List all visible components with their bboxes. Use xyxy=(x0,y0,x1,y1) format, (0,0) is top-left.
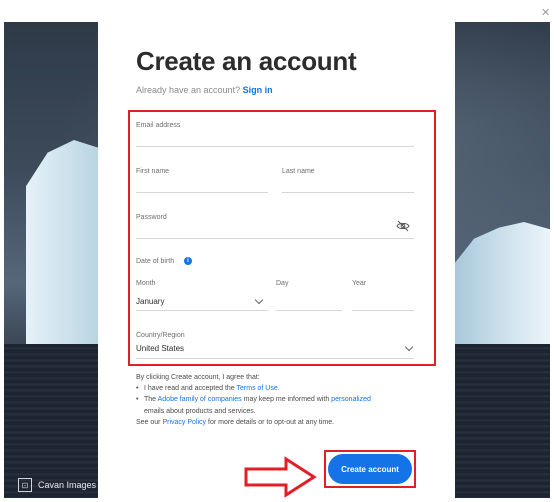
first-name-label: First name xyxy=(136,168,170,175)
country-select[interactable]: United States xyxy=(136,344,184,353)
first-name-underline xyxy=(136,192,268,193)
adobe-family-link[interactable]: Adobe family of companies xyxy=(158,396,242,403)
last-name-label: Last name xyxy=(282,168,315,175)
signin-prompt: Already have an account? Sign in xyxy=(136,85,273,95)
personalized-link[interactable]: personalized xyxy=(331,396,371,403)
legal-bullet-2-middle: may keep me informed with xyxy=(243,396,330,404)
legal-bullet-2-suffix: emails about products and services. xyxy=(144,407,256,415)
dob-label: Date of birth xyxy=(136,258,175,265)
legal-footer-prefix: See our xyxy=(136,418,161,426)
month-select[interactable]: January xyxy=(136,297,164,306)
privacy-policy-link[interactable]: Privacy Policy xyxy=(162,419,206,426)
password-underline xyxy=(136,238,414,239)
close-icon[interactable]: ✕ xyxy=(541,6,550,19)
signin-link[interactable]: Sign in xyxy=(243,85,273,95)
legal-footer: See our Privacy Policy for more details … xyxy=(136,417,436,428)
create-account-button[interactable]: Create account xyxy=(328,454,412,484)
month-underline xyxy=(136,310,268,311)
image-credit-icon: ⊡ xyxy=(18,478,32,492)
email-label: Email address xyxy=(136,122,181,129)
image-credit-label: Cavan Images xyxy=(38,480,97,490)
legal-bullet-1-text: I have read and accepted the xyxy=(144,385,235,393)
legal-bullet-1: • I have read and accepted the Terms of … xyxy=(136,383,436,394)
legal-bullet-1-suffix: . xyxy=(277,385,280,393)
last-name-underline xyxy=(282,192,414,193)
email-underline xyxy=(136,146,414,147)
legal-intro: By clicking Create account, I agree that… xyxy=(136,374,260,381)
bullet-icon: • xyxy=(136,396,139,404)
legal-bullet-2: • The Adobe family of companies may keep… xyxy=(136,394,436,416)
country-underline xyxy=(136,358,414,359)
image-credit[interactable]: ⊡ Cavan Images xyxy=(18,478,96,492)
legal-bullet-2-prefix: The xyxy=(144,396,158,404)
terms-link[interactable]: Terms of Use xyxy=(237,385,278,392)
eye-off-icon[interactable] xyxy=(396,220,410,232)
arrow-annotation-icon xyxy=(244,456,317,498)
info-icon[interactable]: i xyxy=(184,257,192,265)
year-field[interactable] xyxy=(352,310,414,311)
year-label: Year xyxy=(352,280,367,287)
signup-card: Create an account Already have an accoun… xyxy=(98,10,455,498)
page-title: Create an account xyxy=(136,46,357,76)
signin-prompt-text: Already have an account? xyxy=(136,85,241,95)
password-label: Password xyxy=(136,214,167,221)
legal-footer-suffix: for more details or to opt-out at any ti… xyxy=(208,418,335,426)
bullet-icon: • xyxy=(136,385,139,393)
day-field[interactable] xyxy=(276,310,342,311)
legal-text: By clicking Create account, I agree that… xyxy=(136,372,436,428)
day-label: Day xyxy=(276,280,289,287)
country-label: Country/Region xyxy=(136,332,185,339)
month-label: Month xyxy=(136,280,156,287)
